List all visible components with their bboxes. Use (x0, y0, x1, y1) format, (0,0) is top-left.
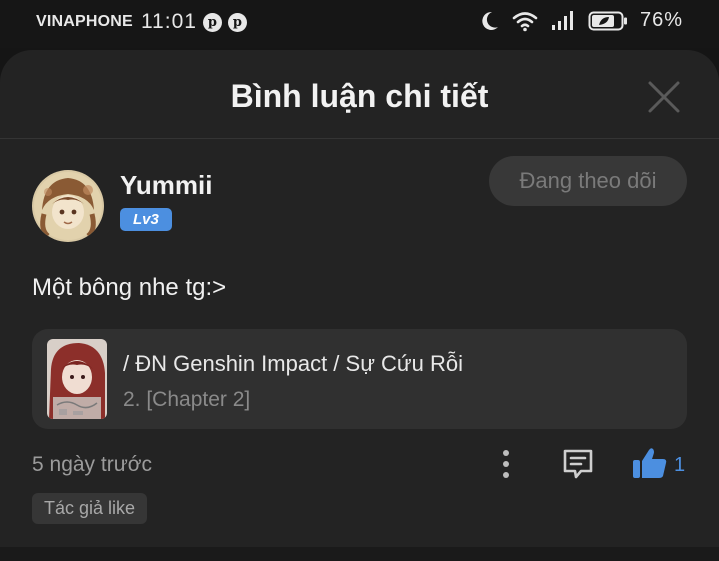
story-title: / ĐN Genshin Impact / Sự Cứu Rỗi (123, 351, 464, 376)
comment-timestamp: 5 ngày trước (32, 453, 153, 476)
reply-icon[interactable] (561, 447, 595, 481)
story-cover-image (47, 339, 107, 419)
bottom-divider (0, 547, 719, 561)
signal-icon (551, 10, 573, 30)
sheet-title: Bình luận chi tiết (230, 78, 489, 114)
chapter-card[interactable]: / ĐN Genshin Impact / Sự Cứu Rỗi 2. [Cha… (32, 329, 687, 429)
battery-icon (588, 11, 627, 30)
level-badge: Lv3 (120, 208, 172, 231)
pinterest-icon: p (202, 12, 222, 32)
comment-text: Một bông nhe tg:> (32, 274, 227, 301)
close-icon[interactable] (647, 80, 681, 114)
battery-percentage: 76% (639, 9, 683, 31)
author-liked-tag: Tác giả like (32, 493, 148, 524)
thumbs-up-icon[interactable] (632, 446, 668, 480)
like-count: 1 (674, 454, 686, 476)
pinterest-icon: p (227, 12, 247, 32)
status-bar-left: VINAPHONE 11:01 p p (36, 10, 247, 34)
status-bar-right: 76% (480, 9, 683, 32)
comment-detail-sheet: Bình luận chi tiết Yummii Lv3 Đang theo … (0, 50, 719, 561)
wifi-icon (512, 11, 538, 31)
status-bar: VINAPHONE 11:01 p p 76% (0, 0, 719, 48)
more-options-icon[interactable] (496, 447, 516, 481)
chapter-name: 2. [Chapter 2] (123, 388, 251, 411)
username[interactable]: Yummii (120, 170, 212, 201)
clock: 11:01 (140, 10, 197, 33)
carrier-name: VINAPHONE (36, 13, 133, 30)
following-button[interactable]: Đang theo dõi (489, 156, 687, 206)
user-row: Yummii Lv3 Đang theo dõi (32, 156, 687, 246)
sheet-header: Bình luận chi tiết (0, 50, 719, 139)
avatar[interactable] (32, 170, 104, 242)
moon-icon (482, 11, 498, 30)
